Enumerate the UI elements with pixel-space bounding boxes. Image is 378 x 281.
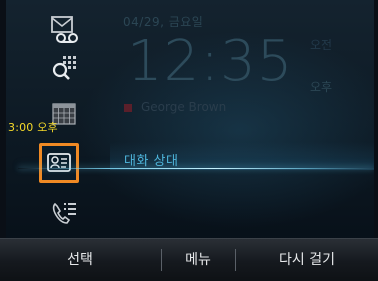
call-list-icon bbox=[52, 202, 76, 224]
clock-time: 12:35 bbox=[127, 29, 294, 94]
redial-softkey[interactable]: 다시 걸기 bbox=[236, 239, 378, 281]
am-label: 오전 bbox=[310, 38, 333, 52]
softkey-bar: 선택 메뉴 다시 걸기 bbox=[0, 238, 378, 281]
pm-label: 오후 bbox=[310, 80, 333, 94]
contact-status-icon bbox=[124, 104, 132, 112]
voicemail-icon bbox=[51, 16, 78, 43]
selected-item-label: 대화 상대 bbox=[124, 154, 179, 169]
sidebar-menu: 3:00 오후 bbox=[0, 0, 118, 238]
contact-card-icon bbox=[47, 153, 71, 172]
screen-bezel-left bbox=[0, 0, 6, 238]
sidebar-item-call-list[interactable] bbox=[44, 198, 84, 232]
screen-bezel-right bbox=[374, 0, 378, 238]
sidebar-item-dialpad-search[interactable] bbox=[44, 52, 84, 86]
selection-highlight-line bbox=[18, 168, 374, 169]
dialpad-search-icon bbox=[52, 56, 76, 80]
sidebar-item-contacts[interactable] bbox=[39, 143, 79, 183]
select-softkey[interactable]: 선택 bbox=[0, 239, 160, 281]
date-label: 04/29, 금요일 bbox=[123, 15, 204, 29]
menu-softkey[interactable]: 메뉴 bbox=[162, 239, 234, 281]
sidebar-item-voicemail[interactable] bbox=[44, 14, 84, 48]
contact-name: George Brown bbox=[141, 100, 227, 114]
calendar-time-label: 3:00 오후 bbox=[8, 121, 58, 134]
